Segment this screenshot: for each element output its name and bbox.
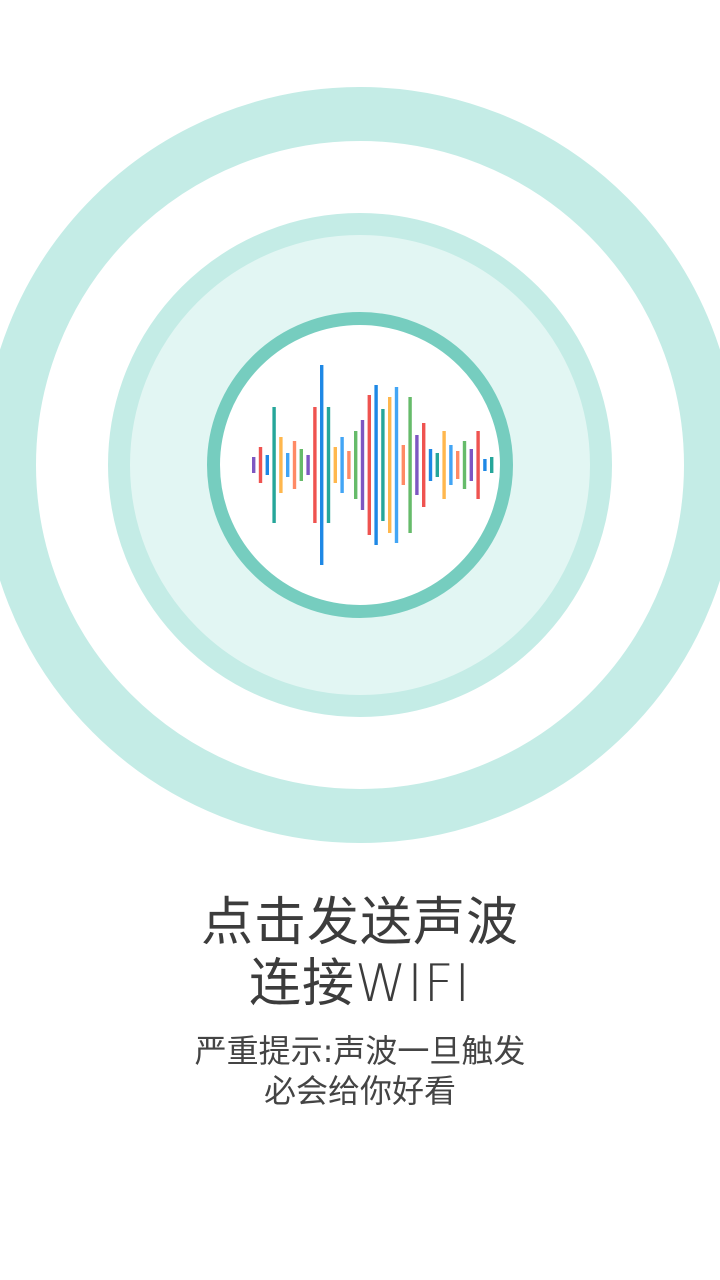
wave-bar — [258, 447, 263, 483]
wave-bar — [381, 409, 385, 521]
wave-bar — [360, 420, 365, 510]
title-line-2: 连接WIFI — [249, 954, 471, 1014]
wave-bar — [422, 423, 426, 507]
wave-bar — [279, 437, 283, 493]
wave-bar — [476, 431, 480, 499]
wave-bar — [483, 459, 487, 471]
wave-bar — [354, 431, 358, 499]
warning-line-1: 严重提示:声波一旦触发 — [194, 1032, 526, 1070]
send-sound-wave-button[interactable] — [207, 312, 513, 618]
screen: 点击发送声波 连接WIFI 严重提示:声波一旦触发 必会给你好看 — [0, 0, 720, 1280]
wave-bar — [435, 453, 439, 477]
wave-bar — [374, 385, 378, 545]
wave-bar — [272, 407, 276, 523]
wave-bar — [442, 431, 446, 499]
wave-bar — [252, 457, 256, 473]
wave-bar — [265, 455, 269, 475]
warning-line-2: 必会给你好看 — [263, 1072, 456, 1110]
wave-bar — [306, 455, 310, 475]
wave-bar — [415, 435, 419, 495]
wave-bar — [408, 397, 412, 533]
wave-bar — [394, 387, 399, 543]
title-line-1: 点击发送声波 — [200, 893, 519, 953]
wave-bar — [462, 441, 467, 489]
wave-bar — [286, 453, 290, 477]
wave-bar — [367, 395, 371, 535]
wave-bar — [449, 445, 453, 485]
wave-bar — [469, 449, 473, 481]
wave-bar — [401, 445, 405, 485]
wave-bar — [320, 365, 324, 565]
wave-bar — [313, 407, 317, 523]
wave-bar — [428, 449, 433, 481]
wave-bar — [299, 449, 303, 481]
sound-wave-icon — [252, 365, 494, 565]
wave-bar — [326, 407, 331, 523]
wave-bar — [292, 441, 297, 489]
wave-bar — [388, 397, 392, 533]
wave-bar — [490, 457, 494, 473]
wave-bar — [347, 451, 351, 479]
wave-bar — [456, 451, 460, 479]
wave-bar — [340, 437, 344, 493]
wave-bar — [333, 447, 337, 483]
